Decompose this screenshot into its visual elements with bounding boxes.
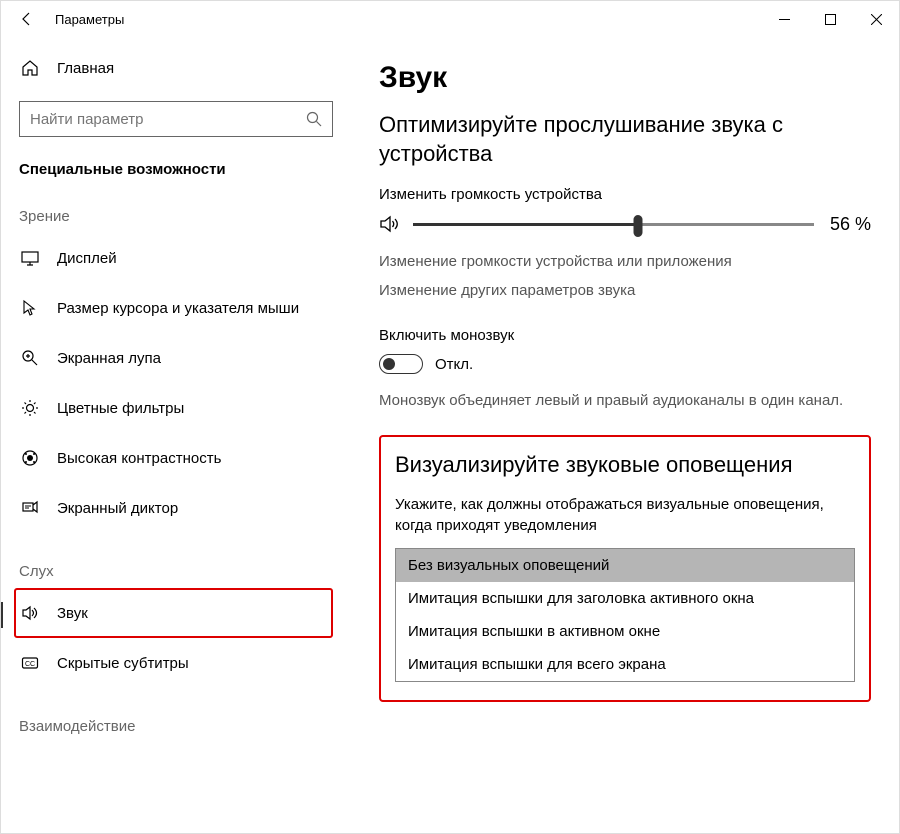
section-interaction: Взаимодействие	[19, 718, 333, 735]
captions-icon: CC	[19, 654, 41, 672]
visual-alert-dropdown[interactable]: Без визуальных оповещений Имитация вспыш…	[395, 548, 855, 682]
link-app-volume[interactable]: Изменение громкости устройства или прило…	[379, 253, 871, 270]
nav-label: Цветные фильтры	[57, 400, 184, 417]
search-box[interactable]	[19, 101, 333, 137]
nav-high-contrast[interactable]: Высокая контрастность	[19, 433, 333, 483]
section-header-vision: Зрение	[19, 208, 333, 225]
optimize-heading: Оптимизируйте прослушивание звука с устр…	[379, 111, 871, 168]
visual-alerts-box: Визуализируйте звуковые оповещения Укажи…	[379, 435, 871, 702]
nav-label: Размер курсора и указателя мыши	[57, 300, 299, 317]
nav-label: Скрытые субтитры	[57, 655, 189, 672]
nav-narrator[interactable]: Экранный диктор	[19, 483, 333, 533]
nav-cursor[interactable]: Размер курсора и указателя мыши	[19, 283, 333, 333]
titlebar: Параметры	[1, 1, 899, 37]
nav-label: Высокая контрастность	[57, 450, 221, 467]
sound-icon	[19, 604, 41, 622]
search-icon	[306, 111, 322, 127]
section-vision: Зрение Дисплей Размер курсора и указател…	[19, 208, 333, 533]
nav-captions[interactable]: CC Скрытые субтитры	[19, 638, 333, 688]
home-nav[interactable]: Главная	[19, 47, 333, 89]
mono-toggle-row: Откл.	[379, 354, 871, 374]
magnifier-icon	[19, 349, 41, 367]
dropdown-option[interactable]: Имитация вспышки для всего экрана	[396, 648, 854, 681]
dropdown-option[interactable]: Имитация вспышки для заголовка активного…	[396, 582, 854, 615]
maximize-button[interactable]	[807, 3, 853, 35]
nav-sound[interactable]: Звук	[14, 588, 333, 638]
svg-text:CC: CC	[25, 661, 35, 668]
category-title: Специальные возможности	[19, 161, 333, 178]
section-hearing: Слух Звук CC Скрытые субтитры	[19, 563, 333, 688]
nav-color-filters[interactable]: Цветные фильтры	[19, 383, 333, 433]
nav-label: Дисплей	[57, 250, 117, 267]
home-icon	[19, 59, 41, 77]
nav-label: Экранный диктор	[57, 500, 178, 517]
link-other-sound[interactable]: Изменение других параметров звука	[379, 282, 871, 299]
home-label: Главная	[57, 60, 114, 77]
section-header-hearing: Слух	[19, 563, 333, 580]
nav-display[interactable]: Дисплей	[19, 233, 333, 283]
search-input[interactable]	[30, 111, 306, 128]
visual-heading: Визуализируйте звуковые оповещения	[395, 451, 855, 480]
volume-value: 56 %	[830, 214, 871, 235]
toggle-knob	[383, 358, 395, 370]
content-area: Главная Специальные возможности Зрение Д…	[1, 37, 899, 833]
settings-window: Параметры Главная Спе	[0, 0, 900, 834]
mono-label: Включить монозвук	[379, 327, 871, 344]
main-panel: Звук Оптимизируйте прослушивание звука с…	[351, 37, 899, 833]
dropdown-option[interactable]: Без визуальных оповещений	[396, 549, 854, 582]
nav-label: Экранная лупа	[57, 350, 161, 367]
window-title: Параметры	[55, 12, 124, 27]
narrator-icon	[19, 499, 41, 517]
close-button[interactable]	[853, 3, 899, 35]
section-header-interaction: Взаимодействие	[19, 718, 333, 735]
back-button[interactable]	[15, 7, 39, 31]
display-icon	[19, 249, 41, 267]
visual-description: Укажите, как должны отображаться визуаль…	[395, 494, 855, 536]
mono-toggle[interactable]	[379, 354, 423, 374]
minimize-button[interactable]	[761, 3, 807, 35]
brightness-icon	[19, 399, 41, 417]
dropdown-option[interactable]: Имитация вспышки в активном окне	[396, 615, 854, 648]
toggle-state: Откл.	[435, 356, 473, 373]
slider-fill	[413, 223, 638, 226]
cursor-icon	[19, 299, 41, 317]
volume-label: Изменить громкость устройства	[379, 186, 871, 203]
volume-row: 56 %	[379, 213, 871, 235]
page-title: Звук	[379, 61, 871, 95]
sidebar: Главная Специальные возможности Зрение Д…	[1, 37, 351, 833]
speaker-icon	[379, 213, 403, 235]
contrast-icon	[19, 449, 41, 467]
mono-description: Монозвук объединяет левый и правый аудио…	[379, 390, 871, 411]
nav-magnifier[interactable]: Экранная лупа	[19, 333, 333, 383]
nav-label: Звук	[57, 605, 88, 622]
slider-thumb[interactable]	[633, 215, 642, 237]
volume-slider[interactable]	[413, 223, 814, 226]
